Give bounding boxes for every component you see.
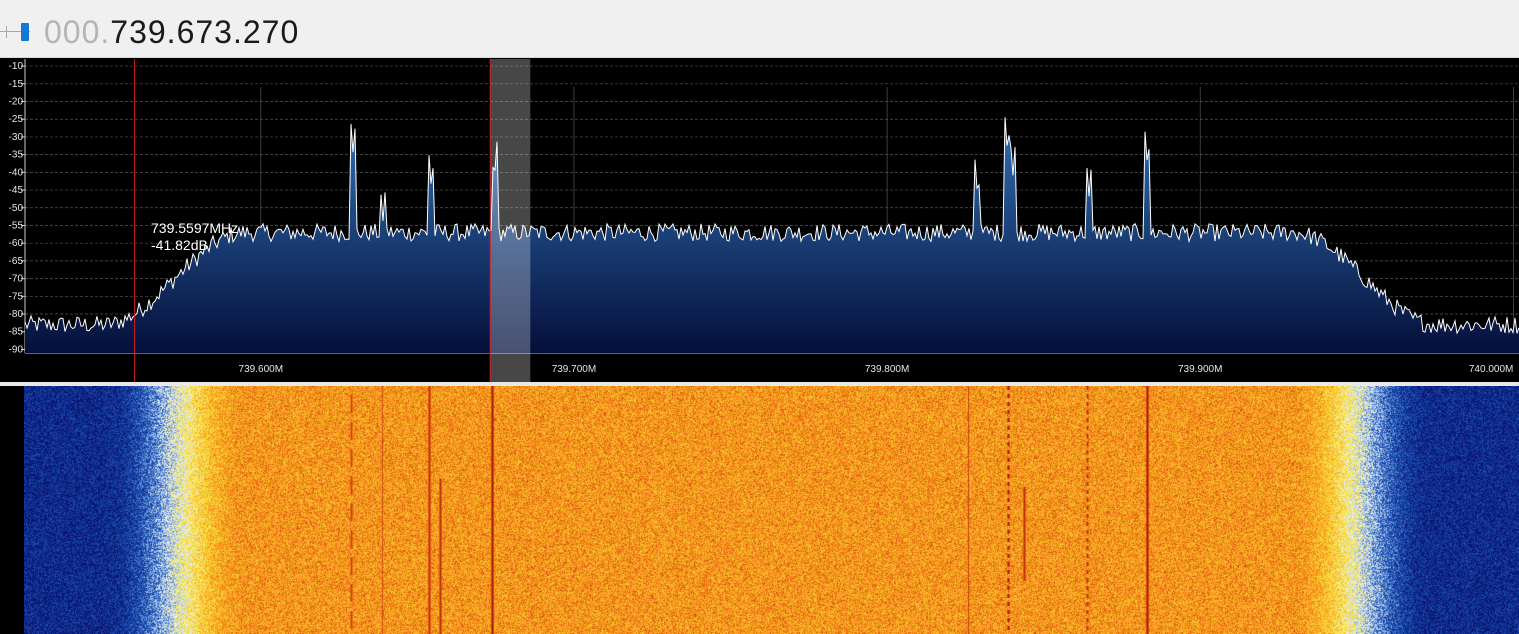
db-tick-label: -40 — [9, 167, 24, 178]
tune-slider[interactable] — [0, 18, 34, 46]
db-tick-label: -10 — [9, 61, 24, 72]
freq-tick-label: 740.000M — [1469, 364, 1513, 375]
db-tick-label: -20 — [9, 97, 24, 108]
tune-slider-tick — [6, 26, 7, 38]
waterfall-canvas[interactable] — [24, 386, 1519, 634]
frequency-bar: 000.739.673.270 — [0, 0, 1519, 58]
freq-tick-label: 739.600M — [239, 364, 283, 375]
db-tick-label: -90 — [9, 344, 24, 355]
cursor-readout: 739.5597MHz -41.82dB — [151, 220, 238, 254]
db-tick-label: -75 — [9, 291, 24, 302]
db-tick-label: -50 — [9, 203, 24, 214]
db-tick-label: -15 — [9, 79, 24, 90]
freq-tick-label: 739.700M — [552, 364, 596, 375]
db-tick-label: -45 — [9, 185, 24, 196]
tune-slider-thumb[interactable] — [21, 23, 29, 41]
frequency-prefix[interactable]: 000. — [44, 14, 110, 50]
db-tick-label: -65 — [9, 256, 24, 267]
spectrum-view[interactable]: -10 -15 -20 -25 -30 -35 -40 -45 -50 -55 -60 -65 -70 -… — [0, 59, 1519, 382]
db-tick-label: -85 — [9, 327, 24, 338]
db-tick-label: -60 — [9, 238, 24, 249]
waterfall-view[interactable] — [0, 386, 1519, 634]
freq-tick-label: 739.800M — [865, 364, 909, 375]
filter-passband — [490, 59, 531, 382]
freq-tick-label: 739.900M — [1178, 364, 1222, 375]
db-tick-label: -70 — [9, 274, 24, 285]
frequency-value[interactable]: 739.673.270 — [110, 14, 299, 50]
cursor-frequency: 739.5597MHz — [151, 220, 239, 236]
db-tick-label: -30 — [9, 132, 24, 143]
db-tick-label: -55 — [9, 220, 24, 231]
cursor-level: -41.82dB — [151, 237, 208, 253]
frequency-display[interactable]: 000.739.673.270 — [44, 12, 299, 52]
db-tick-label: -25 — [9, 114, 24, 125]
db-tick-label: -35 — [9, 150, 24, 161]
db-tick-label: -80 — [9, 309, 24, 320]
